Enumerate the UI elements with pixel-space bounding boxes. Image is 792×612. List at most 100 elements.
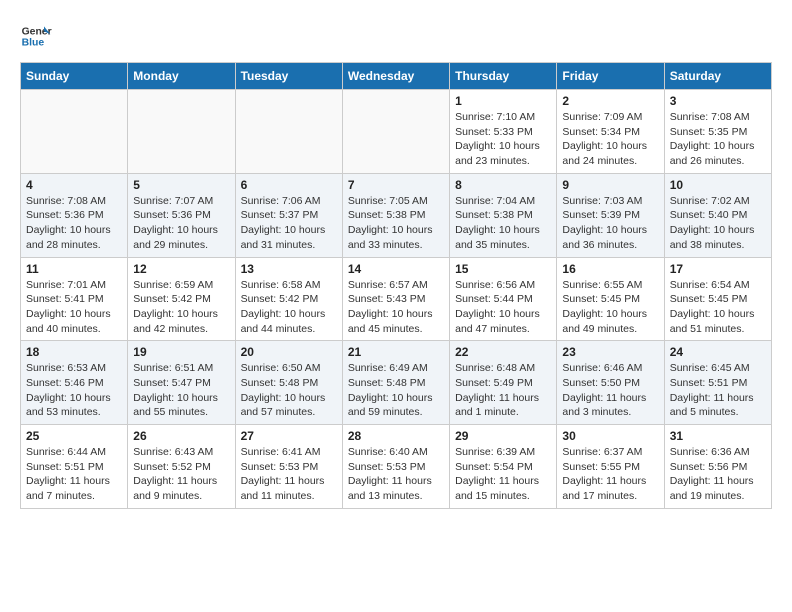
calendar-cell: 8 Sunrise: 7:04 AM Sunset: 5:38 PM Daylig…: [450, 173, 557, 257]
day-info: Sunrise: 6:54 AM Sunset: 5:45 PM Dayligh…: [670, 278, 766, 337]
calendar-cell: [21, 90, 128, 174]
day-number: 18: [26, 345, 122, 359]
calendar-cell: 5 Sunrise: 7:07 AM Sunset: 5:36 PM Daylig…: [128, 173, 235, 257]
calendar-cell: 16 Sunrise: 6:55 AM Sunset: 5:45 PM Dayli…: [557, 257, 664, 341]
day-info: Sunrise: 7:09 AM Sunset: 5:34 PM Dayligh…: [562, 110, 658, 169]
day-number: 28: [348, 429, 444, 443]
calendar-cell: 26 Sunrise: 6:43 AM Sunset: 5:52 PM Dayli…: [128, 425, 235, 509]
day-number: 12: [133, 262, 229, 276]
calendar-cell: 11 Sunrise: 7:01 AM Sunset: 5:41 PM Dayli…: [21, 257, 128, 341]
weekday-header-tuesday: Tuesday: [235, 63, 342, 90]
calendar-cell: [235, 90, 342, 174]
day-number: 10: [670, 178, 766, 192]
day-number: 2: [562, 94, 658, 108]
calendar-cell: [342, 90, 449, 174]
calendar-cell: 31 Sunrise: 6:36 AM Sunset: 5:56 PM Dayli…: [664, 425, 771, 509]
day-number: 24: [670, 345, 766, 359]
weekday-header-monday: Monday: [128, 63, 235, 90]
weekday-header-wednesday: Wednesday: [342, 63, 449, 90]
week-row-2: 4 Sunrise: 7:08 AM Sunset: 5:36 PM Daylig…: [21, 173, 772, 257]
day-info: Sunrise: 7:06 AM Sunset: 5:37 PM Dayligh…: [241, 194, 337, 253]
day-info: Sunrise: 6:48 AM Sunset: 5:49 PM Dayligh…: [455, 361, 551, 420]
day-info: Sunrise: 7:10 AM Sunset: 5:33 PM Dayligh…: [455, 110, 551, 169]
day-info: Sunrise: 6:59 AM Sunset: 5:42 PM Dayligh…: [133, 278, 229, 337]
calendar-cell: 18 Sunrise: 6:53 AM Sunset: 5:46 PM Dayli…: [21, 341, 128, 425]
calendar-table: SundayMondayTuesdayWednesdayThursdayFrid…: [20, 62, 772, 509]
day-info: Sunrise: 6:37 AM Sunset: 5:55 PM Dayligh…: [562, 445, 658, 504]
calendar-cell: 15 Sunrise: 6:56 AM Sunset: 5:44 PM Dayli…: [450, 257, 557, 341]
day-number: 8: [455, 178, 551, 192]
day-info: Sunrise: 6:57 AM Sunset: 5:43 PM Dayligh…: [348, 278, 444, 337]
calendar-cell: 23 Sunrise: 6:46 AM Sunset: 5:50 PM Dayli…: [557, 341, 664, 425]
day-info: Sunrise: 6:55 AM Sunset: 5:45 PM Dayligh…: [562, 278, 658, 337]
day-number: 11: [26, 262, 122, 276]
day-info: Sunrise: 7:03 AM Sunset: 5:39 PM Dayligh…: [562, 194, 658, 253]
calendar-cell: 13Sunrise: 6:58 AM Sunset: 5:42 PM Dayli…: [235, 257, 342, 341]
weekday-header-thursday: Thursday: [450, 63, 557, 90]
calendar-cell: 3Sunrise: 7:08 AM Sunset: 5:35 PM Daylig…: [664, 90, 771, 174]
day-info: Sunrise: 6:36 AM Sunset: 5:56 PM Dayligh…: [670, 445, 766, 504]
week-row-5: 25 Sunrise: 6:44 AM Sunset: 5:51 PM Dayli…: [21, 425, 772, 509]
day-number: 6: [241, 178, 337, 192]
day-info: Sunrise: 6:41 AM Sunset: 5:53 PM Dayligh…: [241, 445, 337, 504]
day-number: 26: [133, 429, 229, 443]
day-info: Sunrise: 6:39 AM Sunset: 5:54 PM Dayligh…: [455, 445, 551, 504]
weekday-header-saturday: Saturday: [664, 63, 771, 90]
calendar-cell: 2 Sunrise: 7:09 AM Sunset: 5:34 PM Daylig…: [557, 90, 664, 174]
calendar-cell: 19 Sunrise: 6:51 AM Sunset: 5:47 PM Dayli…: [128, 341, 235, 425]
day-info: Sunrise: 6:45 AM Sunset: 5:51 PM Dayligh…: [670, 361, 766, 420]
calendar-cell: 20Sunrise: 6:50 AM Sunset: 5:48 PM Dayli…: [235, 341, 342, 425]
day-number: 31: [670, 429, 766, 443]
day-number: 21: [348, 345, 444, 359]
day-info: Sunrise: 6:56 AM Sunset: 5:44 PM Dayligh…: [455, 278, 551, 337]
calendar-cell: 21Sunrise: 6:49 AM Sunset: 5:48 PM Dayli…: [342, 341, 449, 425]
day-info: Sunrise: 7:05 AM Sunset: 5:38 PM Dayligh…: [348, 194, 444, 253]
day-info: Sunrise: 7:02 AM Sunset: 5:40 PM Dayligh…: [670, 194, 766, 253]
day-number: 19: [133, 345, 229, 359]
calendar-cell: 14 Sunrise: 6:57 AM Sunset: 5:43 PM Dayli…: [342, 257, 449, 341]
calendar-cell: 27Sunrise: 6:41 AM Sunset: 5:53 PM Dayli…: [235, 425, 342, 509]
weekday-header-friday: Friday: [557, 63, 664, 90]
weekday-header-sunday: Sunday: [21, 63, 128, 90]
day-number: 29: [455, 429, 551, 443]
day-number: 13: [241, 262, 337, 276]
day-info: Sunrise: 7:07 AM Sunset: 5:36 PM Dayligh…: [133, 194, 229, 253]
week-row-1: 1Sunrise: 7:10 AM Sunset: 5:33 PM Daylig…: [21, 90, 772, 174]
calendar-cell: 4 Sunrise: 7:08 AM Sunset: 5:36 PM Daylig…: [21, 173, 128, 257]
day-number: 23: [562, 345, 658, 359]
day-number: 15: [455, 262, 551, 276]
day-info: Sunrise: 6:44 AM Sunset: 5:51 PM Dayligh…: [26, 445, 122, 504]
calendar-cell: 17Sunrise: 6:54 AM Sunset: 5:45 PM Dayli…: [664, 257, 771, 341]
calendar-cell: 6 Sunrise: 7:06 AM Sunset: 5:37 PM Daylig…: [235, 173, 342, 257]
calendar-cell: 1Sunrise: 7:10 AM Sunset: 5:33 PM Daylig…: [450, 90, 557, 174]
calendar-cell: 30 Sunrise: 6:37 AM Sunset: 5:55 PM Dayli…: [557, 425, 664, 509]
day-number: 30: [562, 429, 658, 443]
day-number: 22: [455, 345, 551, 359]
calendar-cell: 25 Sunrise: 6:44 AM Sunset: 5:51 PM Dayli…: [21, 425, 128, 509]
day-number: 4: [26, 178, 122, 192]
day-info: Sunrise: 6:51 AM Sunset: 5:47 PM Dayligh…: [133, 361, 229, 420]
calendar-cell: 12 Sunrise: 6:59 AM Sunset: 5:42 PM Dayli…: [128, 257, 235, 341]
weekday-header-row: SundayMondayTuesdayWednesdayThursdayFrid…: [21, 63, 772, 90]
calendar-cell: 28 Sunrise: 6:40 AM Sunset: 5:53 PM Dayli…: [342, 425, 449, 509]
day-info: Sunrise: 6:46 AM Sunset: 5:50 PM Dayligh…: [562, 361, 658, 420]
logo-icon: General Blue: [20, 20, 52, 52]
week-row-4: 18 Sunrise: 6:53 AM Sunset: 5:46 PM Dayli…: [21, 341, 772, 425]
day-info: Sunrise: 6:43 AM Sunset: 5:52 PM Dayligh…: [133, 445, 229, 504]
day-number: 25: [26, 429, 122, 443]
day-info: Sunrise: 7:01 AM Sunset: 5:41 PM Dayligh…: [26, 278, 122, 337]
day-info: Sunrise: 7:04 AM Sunset: 5:38 PM Dayligh…: [455, 194, 551, 253]
day-number: 14: [348, 262, 444, 276]
day-number: 16: [562, 262, 658, 276]
day-number: 5: [133, 178, 229, 192]
day-number: 9: [562, 178, 658, 192]
calendar-cell: 10 Sunrise: 7:02 AM Sunset: 5:40 PM Dayli…: [664, 173, 771, 257]
day-info: Sunrise: 6:50 AM Sunset: 5:48 PM Dayligh…: [241, 361, 337, 420]
page-header: General Blue: [20, 20, 772, 52]
calendar-cell: 7Sunrise: 7:05 AM Sunset: 5:38 PM Daylig…: [342, 173, 449, 257]
calendar-cell: [128, 90, 235, 174]
day-info: Sunrise: 6:40 AM Sunset: 5:53 PM Dayligh…: [348, 445, 444, 504]
day-info: Sunrise: 6:53 AM Sunset: 5:46 PM Dayligh…: [26, 361, 122, 420]
logo: General Blue: [20, 20, 56, 52]
day-info: Sunrise: 7:08 AM Sunset: 5:36 PM Dayligh…: [26, 194, 122, 253]
